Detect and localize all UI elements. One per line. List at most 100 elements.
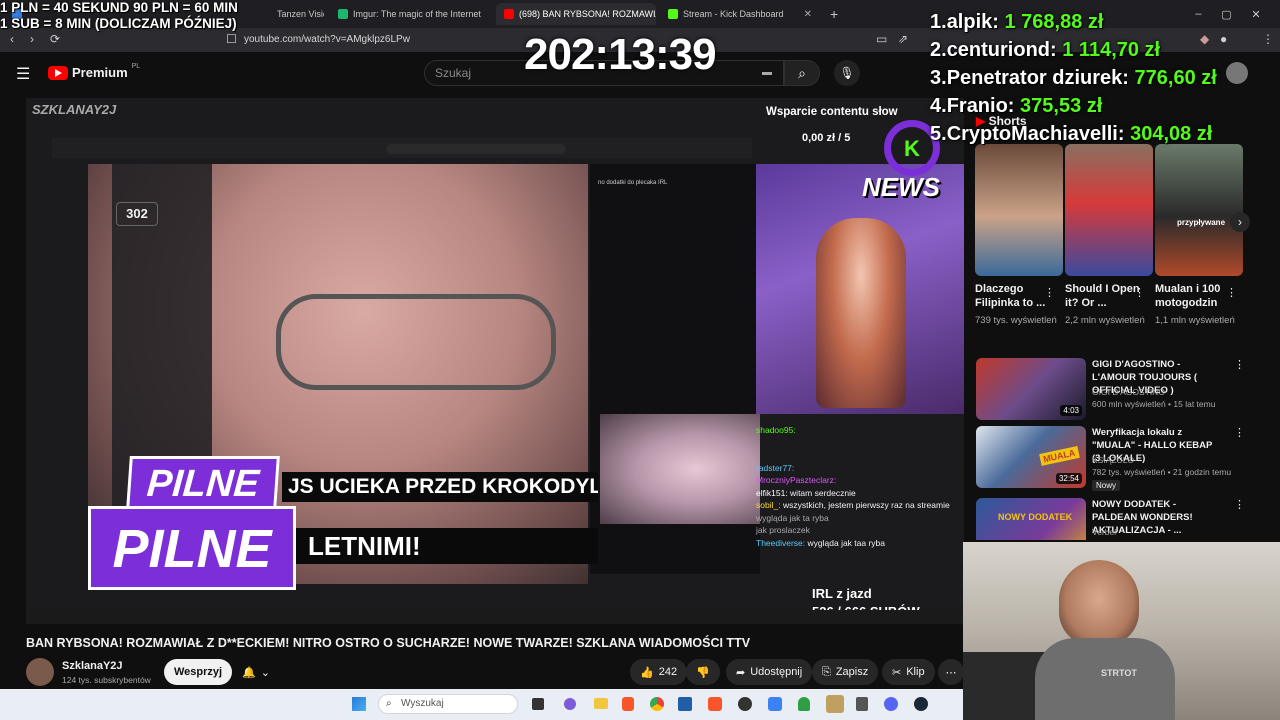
new-tab-button[interactable]: + — [822, 3, 844, 25]
avatar[interactable] — [1226, 62, 1248, 84]
video-thumbnail: NOWY DODATEK — [976, 498, 1086, 540]
pilne-badge-main: PILNE — [88, 506, 296, 590]
taskbar-search-input[interactable]: ⌕ Wyszukaj — [378, 694, 518, 714]
cast-icon[interactable]: ▭ — [876, 32, 887, 46]
short-thumbnail-3[interactable]: przypływane — [1155, 144, 1243, 276]
recommended-item[interactable]: NOWY DODATEK NOWY DODATEK - PALDEAN WOND… — [976, 498, 1246, 540]
menu-dots-icon[interactable]: ⋮ — [1262, 32, 1274, 46]
chat-line: Theediverse: wygląda jak taa ryba — [756, 537, 886, 548]
more-actions-button[interactable]: ⋯ — [938, 659, 964, 685]
inner-sub-counter: 302 — [116, 202, 158, 226]
kick-favicon-icon — [668, 9, 678, 19]
youtube-logo[interactable]: Premium PL — [48, 63, 140, 80]
rules-line-2: 1 SUB = 8 MIN (DOLICZAM PÓŹNIEJ) — [0, 16, 237, 31]
app-icon[interactable] — [768, 697, 782, 711]
channel-name: GIGI D'AGOSTINO — [1092, 387, 1165, 397]
video-menu-icon[interactable]: ⋮ — [1234, 498, 1245, 511]
inner-channel-watermark: SZKLANAY2J — [32, 102, 117, 117]
more-dots-icon: ⋯ — [945, 666, 957, 679]
search-icon: ⌕ — [386, 698, 392, 709]
chat-line: jak proslaczek — [756, 525, 810, 535]
hamburger-menu-icon[interactable]: ☰ — [16, 64, 30, 84]
share-arrow-icon: ➦ — [736, 666, 746, 679]
inner-search — [386, 144, 566, 154]
obs-icon[interactable] — [826, 695, 844, 713]
share-icon[interactable]: ⇗ — [898, 32, 908, 46]
pilne-badge-top: PILNE — [126, 456, 280, 510]
news-ticker-1: JS UCIEKA PRZED KROKODYLEM! — [282, 472, 598, 502]
store-icon[interactable] — [678, 697, 692, 711]
support-button[interactable]: Wesprzyj — [164, 659, 233, 685]
video-title: BAN RYBSONA! ROZMAWIAŁ Z D**ECKIEM! NITR… — [26, 636, 751, 650]
notification-bell-button[interactable]: 🔔 ⌄ — [232, 659, 280, 685]
duration: 4:03 — [1060, 405, 1082, 416]
bookmark-icon[interactable]: ☐ — [226, 32, 237, 46]
chat-line: MroczniyPaszteclarz: — [756, 475, 837, 485]
save-playlist-icon: ⎘ — [822, 665, 831, 678]
dislike-button[interactable]: 👎 — [686, 659, 720, 685]
maximize-icon[interactable]: ▢ — [1221, 8, 1231, 21]
leaderboard-row: 3.Penetrator dziurek: 776,60 zł — [930, 67, 1217, 89]
clip-button[interactable]: ✂ Klip — [882, 659, 935, 685]
video-meta: 600 mln wyświetleń • 15 lat temu — [1092, 399, 1216, 409]
channel-avatar[interactable] — [26, 658, 54, 686]
keyboard-icon[interactable]: ▬ — [762, 67, 772, 78]
tab-imgur[interactable]: Imgur: The magic of the Internet — [330, 3, 490, 25]
calculator-icon[interactable] — [856, 697, 868, 711]
leaderboard-row: 5.CryptoMachiavelli: 304,08 zł — [930, 123, 1213, 145]
share-button[interactable]: ➦ Udostępnij — [726, 659, 813, 685]
steam-icon[interactable] — [914, 697, 928, 711]
like-button[interactable]: 👍 242 — [630, 659, 688, 685]
short-views: 1,1 mln wyświetleń — [1155, 315, 1235, 326]
recommended-item[interactable]: MUALA 32:54 Weryfikacja lokalu z "MUALA"… — [976, 426, 1246, 491]
short-thumbnail-2[interactable] — [1065, 144, 1153, 276]
discord-icon[interactable] — [884, 697, 898, 711]
video-player[interactable]: SZKLANAY2J 302 no dodatki do plecaka IRL… — [26, 98, 964, 624]
short-views: 739 tys. wyświetleń — [975, 315, 1057, 326]
short-menu-icon[interactable]: ⋮ — [1226, 286, 1237, 299]
thumb-overlay-text: NOWY DODATEK — [998, 512, 1073, 522]
short-thumbnail-1[interactable] — [975, 144, 1063, 276]
tab-label: Imgur: The magic of the Internet — [353, 9, 481, 19]
chevron-down-icon: ⌄ — [260, 666, 270, 679]
channel-row: SzklanaY2J 124 tys. subskrybentów Wesprz… — [26, 656, 964, 688]
search-icon[interactable]: ⌕ — [784, 60, 820, 86]
save-button[interactable]: ⎘ Zapisz — [812, 659, 879, 685]
brave-beta-icon[interactable] — [708, 697, 722, 711]
imgur-favicon-icon — [338, 9, 348, 19]
close-window-icon[interactable]: ✕ — [1251, 8, 1260, 21]
thumb-overlay-text: MUALA — [1039, 446, 1080, 466]
app-icon[interactable] — [798, 697, 810, 711]
chat-line: elfik151: witam serdecznie — [756, 487, 856, 498]
recommended-item[interactable]: 4:03 GIGI D'AGOSTINO - L'AMOUR TOUJOURS … — [976, 358, 1246, 422]
video-menu-icon[interactable]: ⋮ — [1234, 358, 1245, 371]
short-menu-icon[interactable]: ⋮ — [1134, 286, 1145, 299]
channel-name[interactable]: SzklanaY2J — [62, 660, 123, 672]
glasses-shape — [276, 294, 556, 390]
forward-icon[interactable]: › — [30, 32, 34, 46]
short-menu-icon[interactable]: ⋮ — [1044, 286, 1055, 299]
shorts-next-chevron-icon[interactable]: › — [1230, 212, 1250, 232]
windows-start-icon[interactable] — [352, 697, 366, 711]
video-menu-icon[interactable]: ⋮ — [1234, 426, 1245, 439]
task-view-icon[interactable] — [532, 698, 544, 710]
reload-icon[interactable]: ⟳ — [50, 32, 60, 46]
app-icon[interactable] — [738, 697, 752, 711]
tab-kick[interactable]: Stream - Kick Dashboard ✕ — [660, 3, 820, 25]
file-explorer-icon[interactable] — [594, 698, 608, 709]
tab-label: (698) BAN RYBSONA! ROZMAWIAŁ — [519, 9, 656, 19]
chat-line — [756, 449, 964, 462]
close-tab-icon[interactable]: ✕ — [804, 9, 812, 20]
brave-icon[interactable] — [622, 697, 634, 711]
donation-leaderboard: 1.alpik: 1 768,88 zł 2.centuriond: 1 114… — [930, 8, 1217, 148]
chrome-icon[interactable] — [650, 697, 664, 711]
profile-icon[interactable]: ● — [1220, 32, 1227, 46]
mic-icon[interactable]: 🎙 — [834, 60, 860, 86]
back-icon[interactable]: ‹ — [10, 32, 14, 46]
copilot-icon[interactable] — [564, 698, 576, 710]
inner-taskbar — [30, 610, 960, 622]
rules-line-1: 1 PLN = 40 SEKUND 90 PLN = 60 MIN — [0, 0, 238, 15]
tab-youtube-active[interactable]: (698) BAN RYBSONA! ROZMAWIAŁ ✕ — [496, 3, 656, 25]
stream-chat: shadoo95: radster77: MroczniyPaszteclarz… — [756, 424, 964, 584]
short-title[interactable]: Mualan i 100 motogodzin — [1155, 282, 1237, 310]
